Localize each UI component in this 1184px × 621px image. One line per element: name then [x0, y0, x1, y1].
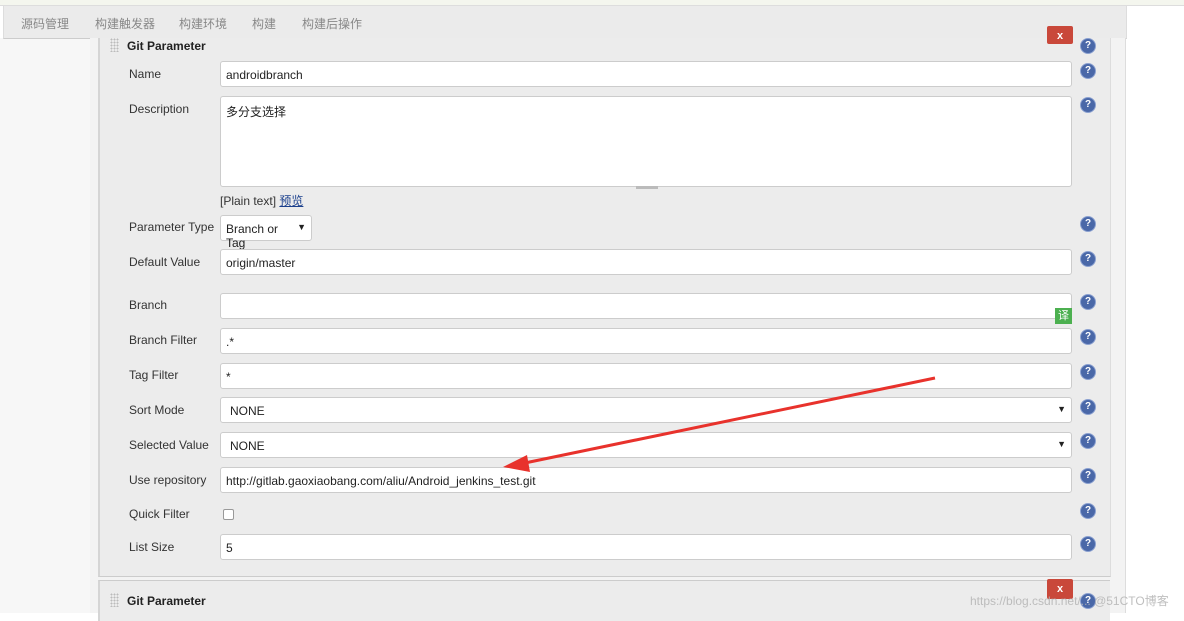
arrow-head	[503, 455, 530, 472]
arrow-shaft	[519, 376, 936, 466]
watermark: https://blog.csdn.net/... @51CTO博客	[970, 594, 1169, 608]
annotation-arrow	[503, 376, 936, 472]
